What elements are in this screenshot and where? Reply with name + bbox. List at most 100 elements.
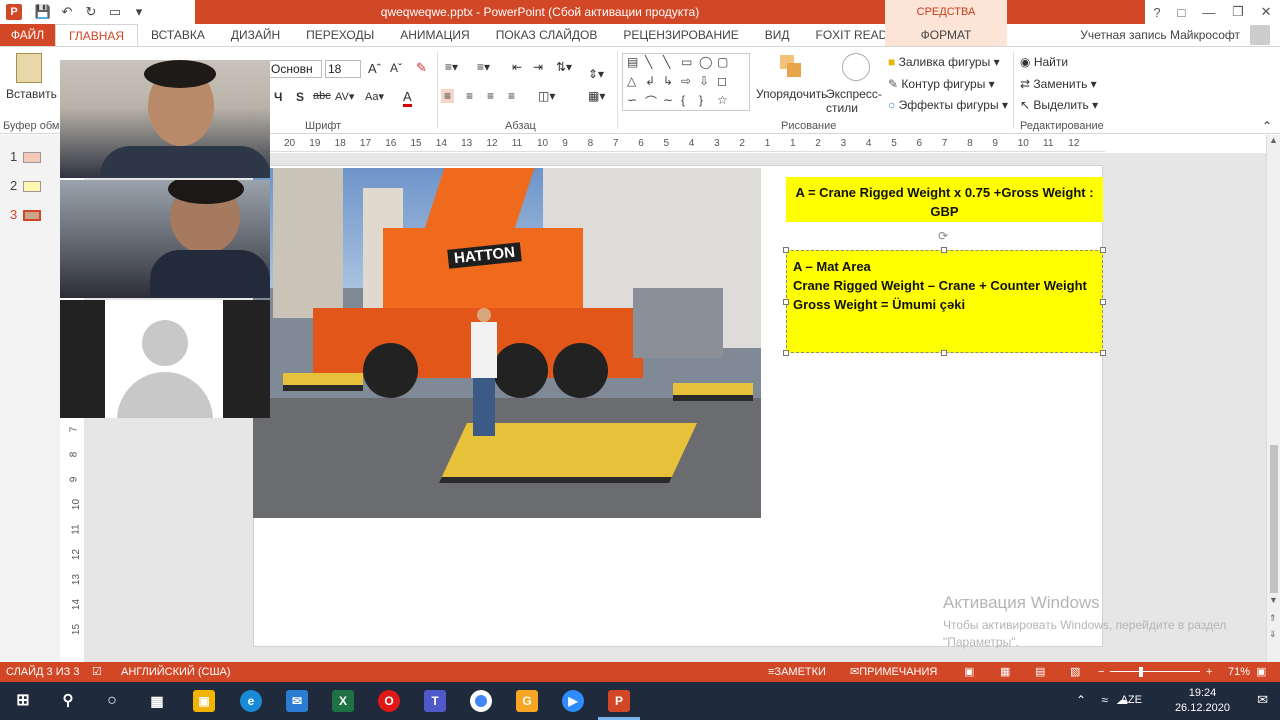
freeform-shape-icon[interactable]: ∽ — [627, 93, 645, 112]
shapes-gallery[interactable]: ▤ ╲ ╲ ▭ ◯ ▢ △ ↲ ↳ ⇨ ⇩ ◻ ∽ ⌒ ∼ { } ☆ — [622, 53, 750, 111]
account-name[interactable]: Учетная запись Майкрософт — [1080, 24, 1240, 46]
shrink-font-icon[interactable]: Aˇ — [390, 61, 402, 75]
star-shape-icon[interactable]: ☆ — [717, 93, 735, 112]
scroll-thumb[interactable] — [1270, 445, 1278, 593]
rectangle-shape-icon[interactable]: ▭ — [681, 55, 699, 74]
curve-shape-icon[interactable]: ∼ — [663, 93, 681, 112]
resize-handle[interactable] — [783, 350, 789, 356]
keyboard-language[interactable]: AZE — [1121, 694, 1142, 706]
video-participant-1[interactable] — [60, 60, 270, 178]
columns-icon[interactable]: ◫▾ — [538, 89, 555, 103]
zoom-in-icon[interactable]: + — [1206, 662, 1212, 682]
scroll-down-icon[interactable]: ▼ — [1269, 595, 1278, 605]
undo-icon[interactable]: ↶ — [56, 2, 78, 22]
line-shape-icon[interactable]: ╲ — [645, 55, 663, 74]
crane-photo[interactable]: HATTON — [253, 168, 761, 518]
task-view-icon[interactable]: ▦ — [146, 690, 168, 712]
line-spacing-icon[interactable]: ⇅▾ — [556, 60, 572, 74]
align-right-icon[interactable]: ≡ — [487, 89, 494, 103]
numbering-icon[interactable]: ≡▾ — [477, 60, 490, 74]
wifi-icon[interactable]: ≈ — [1101, 693, 1108, 707]
smartart-icon[interactable]: ▦▾ — [588, 89, 605, 103]
tab-transitions[interactable]: ПЕРЕХОДЫ — [293, 24, 387, 46]
collapse-ribbon-icon[interactable]: ⌃ — [1262, 119, 1272, 133]
select-button[interactable]: ↖ Выделить ▾ — [1020, 98, 1098, 112]
increase-indent-icon[interactable]: ⇥ — [533, 60, 543, 74]
quick-styles-icon[interactable] — [842, 53, 870, 81]
video-participant-2[interactable] — [60, 180, 270, 298]
language-indicator[interactable]: АНГЛИЙСКИЙ (США) — [121, 662, 231, 682]
normal-view-icon[interactable]: ▣ — [964, 662, 974, 682]
edge-icon[interactable]: e — [240, 690, 262, 712]
resize-handle[interactable] — [783, 299, 789, 305]
resize-handle[interactable] — [941, 350, 947, 356]
zoom-app-icon[interactable]: ▶ — [562, 690, 584, 712]
arrow-right-shape-icon[interactable]: ⇨ — [681, 74, 699, 93]
next-slide-icon[interactable]: ⇓ — [1269, 629, 1277, 640]
powerpoint-taskbar-icon[interactable]: P — [608, 690, 630, 712]
clear-format-icon[interactable]: ✎ — [416, 60, 427, 76]
arrow-down-shape-icon[interactable]: ⇩ — [699, 74, 717, 93]
arrange-button[interactable]: Упорядочить — [756, 87, 827, 101]
align-center-icon[interactable]: ≡ — [466, 89, 473, 103]
excel-icon[interactable]: X — [332, 690, 354, 712]
shape-fill-button[interactable]: ■ Заливка фигуры ▾ — [888, 55, 1000, 69]
char-spacing-icon[interactable]: AV▾ — [335, 90, 354, 103]
arrange-icon[interactable] — [778, 53, 802, 81]
text-direction-icon[interactable]: ⇕▾ — [588, 67, 604, 81]
opera-icon[interactable]: O — [378, 690, 400, 712]
rounded-rect-shape-icon[interactable]: ▢ — [717, 55, 735, 74]
resize-handle[interactable] — [783, 247, 789, 253]
font-size-box[interactable]: 18 — [325, 60, 361, 78]
bold-partial-icon[interactable]: Ч — [274, 90, 282, 104]
cortana-icon[interactable]: ○ — [101, 690, 123, 712]
slideshow-view-icon[interactable]: ▧ — [1070, 662, 1080, 682]
brace-right-shape-icon[interactable]: } — [699, 93, 717, 112]
change-case-icon[interactable]: Aa▾ — [365, 90, 384, 103]
zoom-slider[interactable] — [1110, 671, 1200, 672]
spellcheck-icon[interactable]: ☑ — [92, 662, 102, 682]
notifications-icon[interactable]: ✉ — [1257, 692, 1268, 708]
tab-format[interactable]: ФОРМАТ — [885, 24, 1007, 46]
connector-shape-icon[interactable]: ↳ — [663, 74, 681, 93]
tab-slideshow[interactable]: ПОКАЗ СЛАЙДОВ — [483, 24, 611, 46]
strikethrough-icon[interactable]: abc — [313, 90, 331, 102]
tab-design[interactable]: ДИЗАЙН — [218, 24, 293, 46]
definitions-textbox[interactable]: A – Mat Area Crane Rigged Weight – Crane… — [786, 250, 1103, 353]
scroll-up-icon[interactable]: ▲ — [1269, 135, 1278, 145]
resize-handle[interactable] — [1100, 350, 1106, 356]
avatar[interactable] — [1250, 25, 1270, 45]
grow-font-icon[interactable]: Aˆ — [368, 61, 381, 76]
fit-to-window-icon[interactable]: ▣ — [1256, 662, 1266, 682]
justify-icon[interactable]: ≡ — [508, 89, 515, 103]
paste-button[interactable]: Вставить — [6, 87, 57, 101]
tab-file[interactable]: ФАЙЛ — [0, 24, 55, 46]
font-color-icon[interactable]: A — [403, 89, 412, 107]
bullets-icon[interactable]: ≡▾ — [445, 60, 458, 74]
triangle-shape-icon[interactable]: △ — [627, 74, 645, 93]
quick-styles-button[interactable]: Экспресс-стили — [826, 87, 886, 115]
comments-button[interactable]: ✉ ПРИМЕЧАНИЯ — [850, 662, 937, 682]
teams-icon[interactable]: T — [424, 690, 446, 712]
elbow-shape-icon[interactable]: ↲ — [645, 74, 663, 93]
clock[interactable]: 19:24 26.12.2020 — [1175, 686, 1230, 716]
line2-shape-icon[interactable]: ╲ — [663, 55, 681, 74]
slide-thumbnail-active[interactable]: 3 — [10, 207, 42, 222]
slide-thumbnail[interactable]: 1 — [10, 149, 42, 164]
zoom-out-icon[interactable]: − — [1098, 662, 1104, 682]
find-button[interactable]: ◉ Найти — [1020, 55, 1068, 69]
slide-thumbnail[interactable]: 2 — [10, 178, 42, 193]
ribbon-display-icon[interactable]: □ — [1178, 5, 1186, 20]
replace-button[interactable]: ⇄ Заменить ▾ — [1020, 77, 1097, 91]
zoom-level[interactable]: 71% — [1228, 662, 1250, 682]
shape-effects-button[interactable]: ○ Эффекты фигуры ▾ — [888, 98, 1008, 112]
vertical-scrollbar[interactable]: ▲ ▼ ⇑ ⇓ — [1266, 135, 1280, 662]
tab-insert[interactable]: ВСТАВКА — [138, 24, 218, 46]
help-icon[interactable]: ? — [1153, 5, 1160, 20]
search-icon[interactable]: ⚲ — [57, 690, 79, 712]
align-left-icon[interactable]: ≡ — [441, 89, 455, 103]
redo-icon[interactable]: ↻ — [80, 2, 102, 22]
notes-button[interactable]: ≡ ЗАМЕТКИ — [768, 662, 826, 682]
store-icon[interactable]: ▣ — [193, 690, 215, 712]
tab-review[interactable]: РЕЦЕНЗИРОВАНИЕ — [610, 24, 751, 46]
